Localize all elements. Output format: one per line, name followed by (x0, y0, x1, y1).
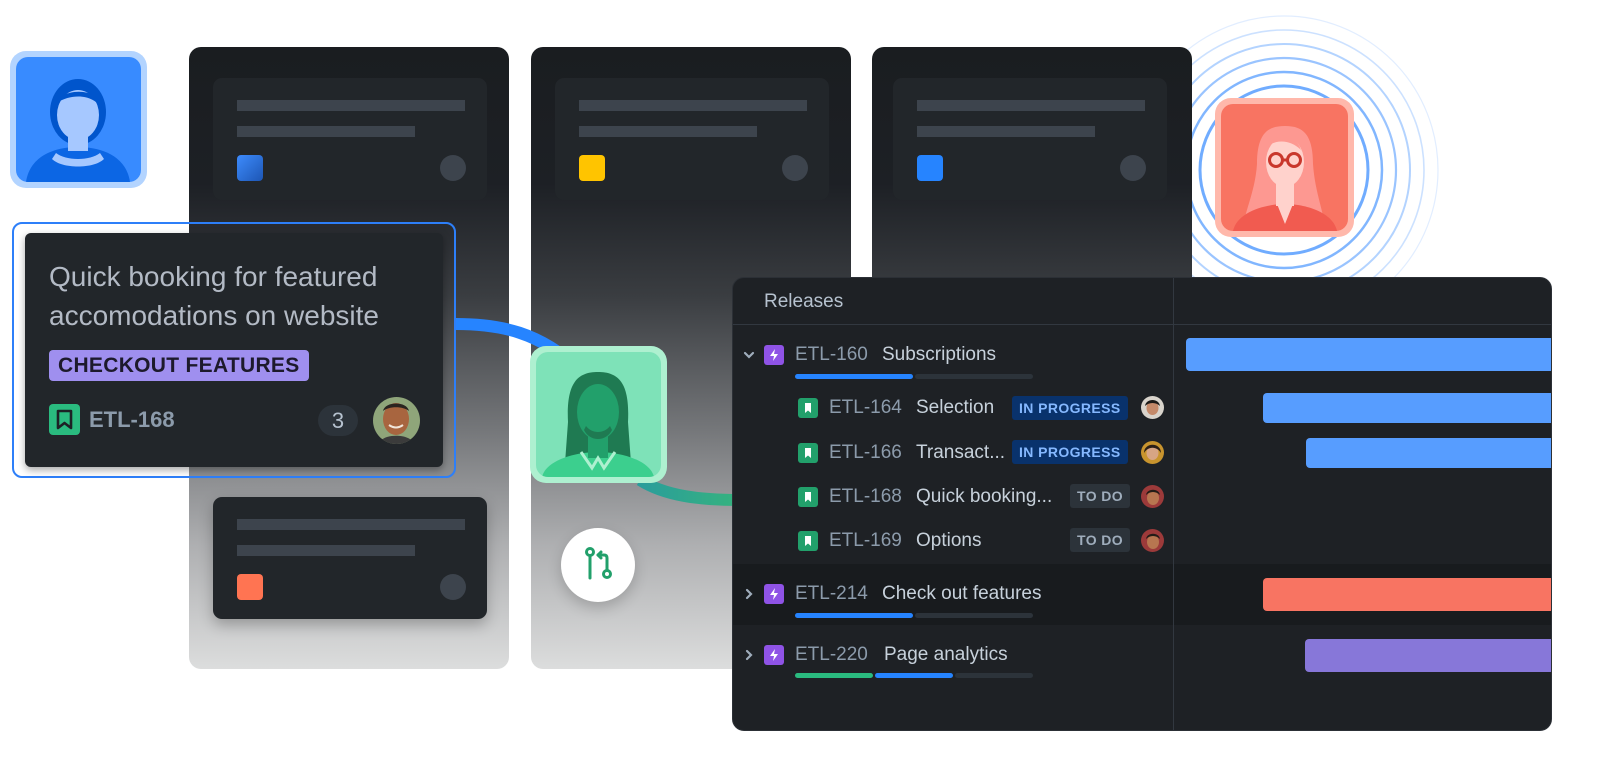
epic-label[interactable]: CHECKOUT FEATURES (49, 350, 309, 381)
gantt-bar[interactable] (1306, 438, 1551, 468)
chevron-right-icon[interactable] (742, 587, 756, 601)
story-bookmark-icon (49, 404, 80, 435)
release-row-epic[interactable]: ETL-160 Subscriptions (733, 325, 1551, 385)
release-row-story[interactable]: ETL-164 Selection IN PROGRESS (733, 385, 1551, 430)
issue-key[interactable]: ETL-214 (795, 582, 868, 606)
epic-lightning-icon (764, 584, 784, 604)
assignee-avatar[interactable] (1141, 485, 1164, 508)
issue-type-icon (237, 574, 263, 600)
progress-todo (915, 374, 1033, 379)
status-lozenge[interactable]: TO DO (1070, 484, 1131, 508)
progress-in-progress (795, 613, 913, 618)
assignee-placeholder (782, 155, 808, 181)
issue-name[interactable]: Subscriptions (882, 343, 996, 367)
placeholder-card[interactable] (213, 78, 487, 200)
assignee-avatar[interactable] (1141, 529, 1164, 552)
releases-panel: Releases ETL-160 Subscriptions ETL-164 S… (732, 277, 1552, 731)
issue-name[interactable]: Check out features (882, 582, 1041, 606)
placeholder-line (917, 100, 1145, 111)
user-silhouette-icon (1221, 104, 1348, 231)
issue-key[interactable]: ETL-169 (829, 529, 902, 553)
issue-type-icon (579, 155, 605, 181)
placeholder-card[interactable] (893, 78, 1167, 200)
story-bookmark-icon (798, 487, 818, 507)
release-row-epic[interactable]: ETL-214 Check out features (733, 564, 1551, 625)
issue-name[interactable]: Page analytics (884, 643, 1008, 667)
issue-name[interactable]: Transact... (916, 441, 1005, 465)
assignee-avatar[interactable] (1141, 441, 1164, 464)
placeholder-line (237, 519, 465, 530)
story-bookmark-icon (798, 531, 818, 551)
issue-key[interactable]: ETL-166 (829, 441, 902, 465)
progress-todo (955, 673, 1033, 678)
issue-key[interactable]: ETL-160 (795, 343, 868, 367)
issue-name[interactable]: Selection (916, 396, 994, 420)
avatar-green-user[interactable] (530, 346, 667, 483)
assignee-avatar[interactable] (373, 397, 420, 444)
assignee-placeholder (440, 155, 466, 181)
progress-in-progress (795, 374, 913, 379)
pull-request-button[interactable] (561, 528, 635, 602)
epic-lightning-icon (764, 645, 784, 665)
gantt-bar[interactable] (1305, 639, 1551, 672)
assignee-placeholder (440, 574, 466, 600)
epic-lightning-icon (764, 345, 784, 365)
column-divider (1173, 278, 1174, 730)
placeholder-line (237, 126, 415, 137)
issue-key[interactable]: ETL-168 (89, 405, 175, 435)
issue-card-etl-168[interactable]: Quick booking for featured accomodations… (25, 233, 443, 467)
progress-done (795, 673, 873, 678)
placeholder-line (917, 126, 1095, 137)
issue-type-icon (917, 155, 943, 181)
user-silhouette-icon (16, 57, 141, 182)
release-row-story[interactable]: ETL-166 Transact... IN PROGRESS (733, 430, 1551, 474)
user-silhouette-icon (536, 352, 661, 477)
gantt-bar[interactable] (1186, 338, 1551, 371)
gantt-bar[interactable] (1263, 393, 1551, 423)
chevron-down-icon[interactable] (742, 348, 756, 362)
release-row-story[interactable]: ETL-168 Quick booking... TO DO (733, 474, 1551, 518)
placeholder-line (237, 545, 415, 556)
placeholder-card[interactable] (555, 78, 829, 200)
issue-name[interactable]: Quick booking... (916, 485, 1052, 509)
story-bookmark-icon (798, 443, 818, 463)
assignee-placeholder (1120, 155, 1146, 181)
issue-key[interactable]: ETL-168 (829, 485, 902, 509)
issue-type-icon (237, 155, 263, 181)
placeholder-line (237, 100, 465, 111)
release-row-story[interactable]: ETL-169 Options TO DO (733, 518, 1551, 563)
issue-key[interactable]: ETL-164 (829, 396, 902, 420)
status-lozenge[interactable]: IN PROGRESS (1012, 440, 1128, 464)
releases-title: Releases (764, 291, 844, 312)
count-badge: 3 (318, 405, 358, 436)
pull-request-icon (585, 547, 612, 580)
progress-in-progress (875, 673, 953, 678)
placeholder-line (579, 126, 757, 137)
status-lozenge[interactable]: IN PROGRESS (1012, 396, 1128, 420)
avatar-blue-user[interactable] (10, 51, 147, 188)
chevron-right-icon[interactable] (742, 648, 756, 662)
assignee-avatar[interactable] (1141, 396, 1164, 419)
issue-title: Quick booking for featured accomodations… (49, 261, 379, 331)
issue-name[interactable]: Options (916, 529, 981, 553)
connector-teal (636, 474, 741, 506)
avatar-red-user[interactable] (1215, 98, 1354, 237)
story-bookmark-icon (798, 398, 818, 418)
release-row-epic[interactable]: ETL-220 Page analytics (733, 625, 1551, 687)
progress-todo (915, 613, 1033, 618)
placeholder-line (579, 100, 807, 111)
issue-key[interactable]: ETL-220 (795, 643, 868, 667)
gantt-bar[interactable] (1263, 578, 1551, 611)
status-lozenge[interactable]: TO DO (1070, 528, 1131, 552)
